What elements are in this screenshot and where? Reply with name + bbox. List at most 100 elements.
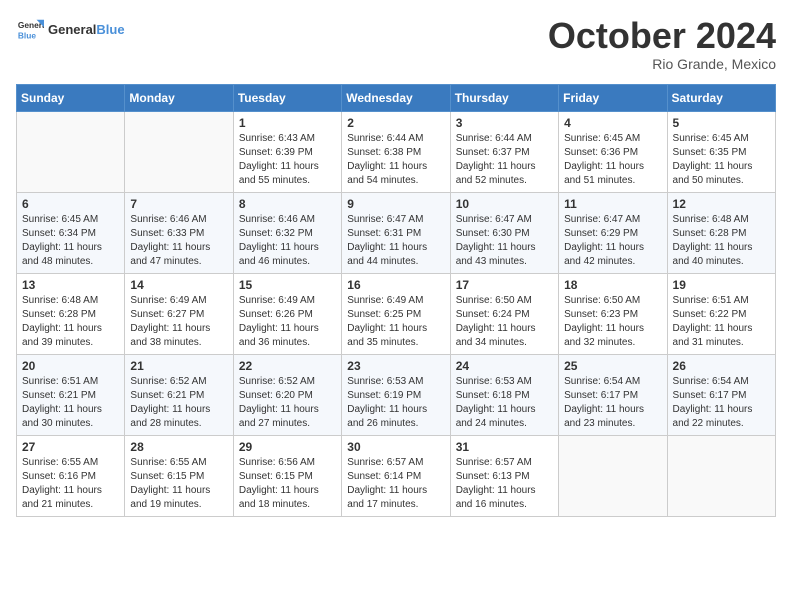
- weekday-header-saturday: Saturday: [667, 84, 775, 111]
- calendar-cell: 27 Sunrise: 6:55 AMSunset: 6:16 PMDayligh…: [17, 435, 125, 516]
- day-number: 25: [564, 359, 661, 373]
- calendar-week-2: 6 Sunrise: 6:45 AMSunset: 6:34 PMDaylight…: [17, 192, 776, 273]
- day-number: 29: [239, 440, 336, 454]
- logo-general: General: [48, 22, 96, 37]
- day-info: Sunrise: 6:45 AMSunset: 6:36 PMDaylight:…: [564, 132, 661, 188]
- calendar-cell: 28 Sunrise: 6:55 AMSunset: 6:15 PMDayligh…: [125, 435, 233, 516]
- day-info: Sunrise: 6:48 AMSunset: 6:28 PMDaylight:…: [22, 294, 119, 350]
- calendar-week-5: 27 Sunrise: 6:55 AMSunset: 6:16 PMDayligh…: [17, 435, 776, 516]
- day-info: Sunrise: 6:48 AMSunset: 6:28 PMDaylight:…: [673, 213, 770, 269]
- day-info: Sunrise: 6:57 AMSunset: 6:14 PMDaylight:…: [347, 456, 444, 512]
- day-number: 9: [347, 197, 444, 211]
- weekday-header-sunday: Sunday: [17, 84, 125, 111]
- weekday-header-monday: Monday: [125, 84, 233, 111]
- logo-icon: General Blue: [16, 16, 44, 44]
- day-info: Sunrise: 6:52 AMSunset: 6:20 PMDaylight:…: [239, 375, 336, 431]
- day-number: 18: [564, 278, 661, 292]
- day-info: Sunrise: 6:44 AMSunset: 6:37 PMDaylight:…: [456, 132, 553, 188]
- day-number: 19: [673, 278, 770, 292]
- day-info: Sunrise: 6:54 AMSunset: 6:17 PMDaylight:…: [673, 375, 770, 431]
- day-info: Sunrise: 6:51 AMSunset: 6:21 PMDaylight:…: [22, 375, 119, 431]
- day-info: Sunrise: 6:47 AMSunset: 6:30 PMDaylight:…: [456, 213, 553, 269]
- calendar-cell: 9 Sunrise: 6:47 AMSunset: 6:31 PMDaylight…: [342, 192, 450, 273]
- calendar-cell: 2Sunrise: 6:44 AMSunset: 6:38 PMDaylight…: [342, 111, 450, 192]
- calendar-cell: 25 Sunrise: 6:54 AMSunset: 6:17 PMDayligh…: [559, 354, 667, 435]
- calendar-cell: 10 Sunrise: 6:47 AMSunset: 6:30 PMDayligh…: [450, 192, 558, 273]
- day-number: 10: [456, 197, 553, 211]
- day-info: Sunrise: 6:54 AMSunset: 6:17 PMDaylight:…: [564, 375, 661, 431]
- calendar-cell: 14 Sunrise: 6:49 AMSunset: 6:27 PMDayligh…: [125, 273, 233, 354]
- calendar-cell: 19 Sunrise: 6:51 AMSunset: 6:22 PMDayligh…: [667, 273, 775, 354]
- day-number: 15: [239, 278, 336, 292]
- calendar-cell: 16 Sunrise: 6:49 AMSunset: 6:25 PMDayligh…: [342, 273, 450, 354]
- weekday-header-thursday: Thursday: [450, 84, 558, 111]
- calendar-cell: 22Sunrise: 6:52 AMSunset: 6:20 PMDayligh…: [233, 354, 341, 435]
- calendar-cell: 17Sunrise: 6:50 AMSunset: 6:24 PMDayligh…: [450, 273, 558, 354]
- day-number: 20: [22, 359, 119, 373]
- calendar-cell: 24Sunrise: 6:53 AMSunset: 6:18 PMDayligh…: [450, 354, 558, 435]
- day-info: Sunrise: 6:43 AMSunset: 6:39 PMDaylight:…: [239, 132, 336, 188]
- calendar-cell: 31 Sunrise: 6:57 AMSunset: 6:13 PMDayligh…: [450, 435, 558, 516]
- calendar-cell: 23Sunrise: 6:53 AMSunset: 6:19 PMDayligh…: [342, 354, 450, 435]
- calendar-cell: [125, 111, 233, 192]
- day-info: Sunrise: 6:52 AMSunset: 6:21 PMDaylight:…: [130, 375, 227, 431]
- day-info: Sunrise: 6:45 AMSunset: 6:34 PMDaylight:…: [22, 213, 119, 269]
- day-number: 23: [347, 359, 444, 373]
- day-number: 21: [130, 359, 227, 373]
- calendar-cell: 4 Sunrise: 6:45 AMSunset: 6:36 PMDaylight…: [559, 111, 667, 192]
- calendar-cell: 7Sunrise: 6:46 AMSunset: 6:33 PMDaylight…: [125, 192, 233, 273]
- calendar-cell: [559, 435, 667, 516]
- day-info: Sunrise: 6:46 AMSunset: 6:32 PMDaylight:…: [239, 213, 336, 269]
- day-number: 7: [130, 197, 227, 211]
- day-number: 14: [130, 278, 227, 292]
- day-number: 28: [130, 440, 227, 454]
- calendar-cell: 18Sunrise: 6:50 AMSunset: 6:23 PMDayligh…: [559, 273, 667, 354]
- day-info: Sunrise: 6:50 AMSunset: 6:24 PMDaylight:…: [456, 294, 553, 350]
- page-header: General Blue GeneralBlue October 2024 Ri…: [16, 16, 776, 72]
- weekday-header-tuesday: Tuesday: [233, 84, 341, 111]
- day-info: Sunrise: 6:45 AMSunset: 6:35 PMDaylight:…: [673, 132, 770, 188]
- weekday-header-friday: Friday: [559, 84, 667, 111]
- weekday-header-row: SundayMondayTuesdayWednesdayThursdayFrid…: [17, 84, 776, 111]
- day-number: 6: [22, 197, 119, 211]
- calendar-cell: 11 Sunrise: 6:47 AMSunset: 6:29 PMDayligh…: [559, 192, 667, 273]
- calendar-cell: 26 Sunrise: 6:54 AMSunset: 6:17 PMDayligh…: [667, 354, 775, 435]
- day-info: Sunrise: 6:47 AMSunset: 6:29 PMDaylight:…: [564, 213, 661, 269]
- calendar-cell: 8Sunrise: 6:46 AMSunset: 6:32 PMDaylight…: [233, 192, 341, 273]
- logo: General Blue GeneralBlue: [16, 16, 125, 44]
- calendar-cell: 29 Sunrise: 6:56 AMSunset: 6:15 PMDayligh…: [233, 435, 341, 516]
- day-number: 31: [456, 440, 553, 454]
- day-info: Sunrise: 6:51 AMSunset: 6:22 PMDaylight:…: [673, 294, 770, 350]
- day-number: 4: [564, 116, 661, 130]
- day-number: 27: [22, 440, 119, 454]
- calendar-cell: 20 Sunrise: 6:51 AMSunset: 6:21 PMDayligh…: [17, 354, 125, 435]
- day-info: Sunrise: 6:49 AMSunset: 6:25 PMDaylight:…: [347, 294, 444, 350]
- day-number: 16: [347, 278, 444, 292]
- day-number: 1: [239, 116, 336, 130]
- day-info: Sunrise: 6:55 AMSunset: 6:16 PMDaylight:…: [22, 456, 119, 512]
- day-number: 11: [564, 197, 661, 211]
- logo-blue: Blue: [96, 22, 124, 37]
- calendar-cell: 30 Sunrise: 6:57 AMSunset: 6:14 PMDayligh…: [342, 435, 450, 516]
- calendar-week-1: 1 Sunrise: 6:43 AMSunset: 6:39 PMDaylight…: [17, 111, 776, 192]
- title-block: October 2024 Rio Grande, Mexico: [548, 16, 776, 72]
- day-number: 26: [673, 359, 770, 373]
- svg-text:Blue: Blue: [18, 30, 36, 40]
- day-info: Sunrise: 6:55 AMSunset: 6:15 PMDaylight:…: [130, 456, 227, 512]
- month-title: October 2024: [548, 16, 776, 56]
- calendar: SundayMondayTuesdayWednesdayThursdayFrid…: [16, 84, 776, 517]
- weekday-header-wednesday: Wednesday: [342, 84, 450, 111]
- day-info: Sunrise: 6:56 AMSunset: 6:15 PMDaylight:…: [239, 456, 336, 512]
- calendar-cell: 12Sunrise: 6:48 AMSunset: 6:28 PMDayligh…: [667, 192, 775, 273]
- calendar-cell: 3Sunrise: 6:44 AMSunset: 6:37 PMDaylight…: [450, 111, 558, 192]
- calendar-cell: 6 Sunrise: 6:45 AMSunset: 6:34 PMDaylight…: [17, 192, 125, 273]
- day-number: 13: [22, 278, 119, 292]
- day-number: 30: [347, 440, 444, 454]
- location: Rio Grande, Mexico: [548, 56, 776, 72]
- calendar-cell: 21 Sunrise: 6:52 AMSunset: 6:21 PMDayligh…: [125, 354, 233, 435]
- calendar-week-3: 13 Sunrise: 6:48 AMSunset: 6:28 PMDayligh…: [17, 273, 776, 354]
- day-info: Sunrise: 6:49 AMSunset: 6:27 PMDaylight:…: [130, 294, 227, 350]
- day-info: Sunrise: 6:47 AMSunset: 6:31 PMDaylight:…: [347, 213, 444, 269]
- calendar-cell: [667, 435, 775, 516]
- day-info: Sunrise: 6:57 AMSunset: 6:13 PMDaylight:…: [456, 456, 553, 512]
